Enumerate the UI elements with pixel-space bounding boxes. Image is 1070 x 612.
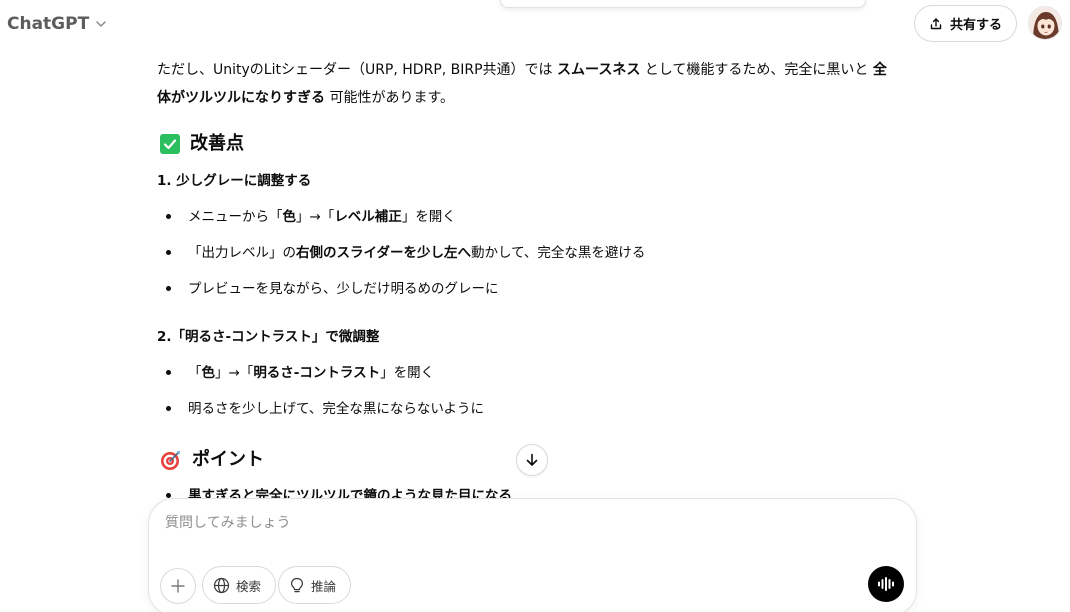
text-span: 」を開く — [380, 365, 435, 381]
chevron-down-icon — [96, 21, 106, 27]
plus-icon — [171, 579, 185, 593]
step-heading: 2.「明るさ-コントラスト」で微調整 — [157, 329, 380, 345]
list-item: メニューから「色」→「 レベル補正 」を開く — [188, 207, 456, 227]
list-item: プレビューを見ながら、少しだけ明るめのグレーに — [188, 279, 499, 299]
model-selector[interactable]: ChatGPT — [7, 12, 107, 36]
bullet-dot — [166, 250, 171, 255]
text-span: 明るさを少し上げて、完全な黒にならないように — [188, 401, 485, 417]
text-span: ただし、UnityのLitシェーダー（URP, HDRP, BIRP共通）では — [157, 62, 558, 78]
voice-waveform-icon — [878, 577, 894, 591]
share-button[interactable]: 共有する — [914, 5, 1017, 42]
chatgpt-window: ChatGPT 共有する ただし、UnityのLitシェーダー（URP, HDR… — [0, 0, 1070, 612]
text-span: 可能性があります。 — [325, 90, 455, 106]
user-avatar-icon — [1029, 7, 1061, 39]
intro-paragraph: ただし、UnityのLitシェーダー（URP, HDRP, BIRP共通）では … — [157, 56, 892, 112]
step-heading: 1. 少しグレーに調整する — [157, 173, 312, 189]
list-item-partial: 黒すぎると完全にツルツルで鏡のような見た目になる — [188, 488, 512, 498]
prompt-input[interactable] — [165, 512, 865, 534]
top-popover-edge — [500, 0, 866, 8]
text-span: として機能するため、完全に黒いと — [640, 62, 873, 78]
bold-span: 明るさ-コントラスト — [253, 365, 381, 381]
text-span: 」→「 — [215, 365, 254, 381]
arrow-down-icon — [526, 453, 538, 466]
list-item: 明るさを少し上げて、完全な黒にならないように — [188, 399, 484, 419]
scroll-to-bottom-button[interactable] — [516, 444, 548, 476]
bold-span: レベル補正 — [334, 209, 402, 225]
section-title: 改善点 — [190, 133, 244, 154]
text-span: メニューから「 — [188, 209, 283, 225]
text-span: プレビューを見ながら、少しだけ明るめのグレーに — [188, 281, 499, 297]
bold-span: スムースネス — [557, 62, 641, 78]
share-label: 共有する — [949, 18, 1002, 33]
voice-mode-button[interactable] — [868, 566, 904, 602]
bullet-dot — [166, 214, 171, 219]
search-button[interactable]: 検索 — [202, 566, 277, 604]
assistant-message: ただし、UnityのLitシェーダー（URP, HDRP, BIRP共通）では … — [157, 52, 897, 498]
model-name: ChatGPT — [7, 14, 90, 34]
text-span: 動かして、完全な黒を避ける — [470, 245, 646, 261]
bullet-dot — [166, 370, 171, 375]
top-bar: ChatGPT 共有する — [0, 0, 1070, 50]
bullet-dot — [166, 286, 171, 291]
bullet-dot — [166, 406, 171, 411]
search-label: 検索 — [236, 578, 262, 594]
section-heading-improvements: 改善点 — [160, 132, 244, 156]
bold-span: 色 — [201, 365, 216, 381]
share-icon — [930, 17, 942, 29]
target-dart-icon — [161, 451, 180, 470]
text-span: 」を開く — [401, 209, 456, 225]
reason-button[interactable]: 推論 — [278, 566, 352, 604]
bold-span: 色 — [282, 209, 297, 225]
reason-label: 推論 — [311, 578, 337, 594]
globe-icon — [213, 577, 230, 593]
text-span: 」→「 — [296, 209, 335, 225]
list-item: 「色」→「 明るさ-コントラスト 」を開く — [188, 363, 434, 383]
avatar[interactable] — [1028, 6, 1062, 40]
composer: 検索 推論 — [148, 498, 917, 612]
text-span: 「 — [188, 365, 202, 381]
check-square-icon — [160, 134, 180, 154]
list-item: 「出力レベル」の 右側のスライダーを少し左へ 動かして、完全な黒を避ける — [188, 243, 645, 263]
lightbulb-icon — [291, 577, 303, 592]
section-heading-point: ポイント — [160, 448, 264, 472]
text-span: 「出力レベル」の — [188, 245, 296, 261]
attach-button[interactable] — [160, 568, 196, 604]
bold-span: 右側のスライダーを少し左へ — [296, 245, 471, 261]
section-title: ポイント — [192, 449, 264, 470]
